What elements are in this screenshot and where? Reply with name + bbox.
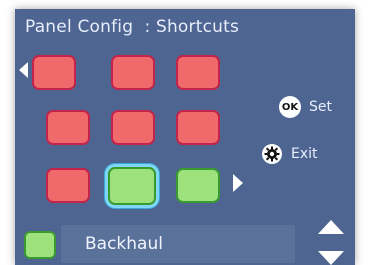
shortcut-tile-r1c1[interactable] [32, 55, 76, 90]
shortcut-tile-r2c3[interactable] [176, 110, 220, 145]
set-label: Set [309, 99, 332, 115]
shortcut-tile-r3c3[interactable] [176, 168, 220, 203]
scroll-down-arrow-icon[interactable] [318, 251, 344, 265]
exit-label: Exit [291, 146, 318, 162]
ok-icon: OK [279, 96, 301, 118]
page-title: Panel Config : Shortcuts [25, 17, 239, 37]
exit-button[interactable]: Exit [261, 143, 318, 165]
shortcut-tile-r1c2[interactable] [111, 55, 155, 90]
set-button[interactable]: OK Set [279, 96, 332, 118]
shortcut-tile-r2c2[interactable] [111, 110, 155, 145]
title-subtitle: : Shortcuts [144, 17, 240, 37]
gear-icon [261, 143, 283, 165]
shortcut-tile-r2c1[interactable] [46, 110, 90, 145]
page-left-arrow-icon[interactable] [19, 62, 28, 78]
shortcut-tile-r1c3[interactable] [176, 55, 220, 90]
selected-color-swatch [24, 231, 56, 259]
page-right-arrow-icon[interactable] [233, 174, 243, 192]
shortcut-tile-r3c2-selected[interactable] [108, 167, 156, 205]
selected-shortcut-label: Backhaul [61, 225, 295, 263]
scroll-up-arrow-icon[interactable] [318, 220, 344, 234]
panel-config-screen: Panel Config : Shortcuts OK Set Exit Bac… [15, 9, 355, 265]
shortcut-tile-r3c1[interactable] [46, 168, 90, 203]
title-text: Panel Config [25, 17, 134, 37]
